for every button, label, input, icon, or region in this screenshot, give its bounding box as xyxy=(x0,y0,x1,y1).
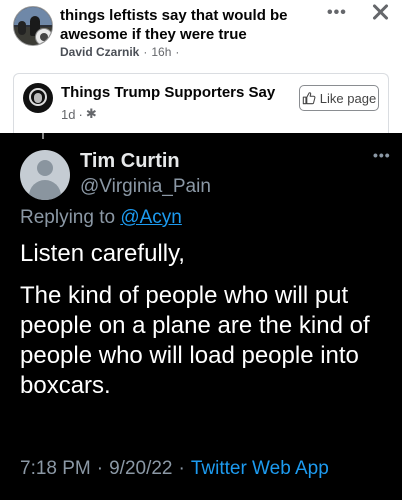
thumbs-up-icon xyxy=(302,92,316,105)
post-time[interactable]: 16h xyxy=(151,45,171,59)
gear-icon: ✱ xyxy=(85,106,97,121)
meta-separator: · xyxy=(143,45,148,59)
replying-mention: @Acyn xyxy=(120,207,182,228)
page-meta: 1d · ✱ xyxy=(61,106,97,122)
tweet-text-line: The kind of people who will put people o… xyxy=(20,282,370,399)
default-avatar-body xyxy=(29,180,61,200)
replying-prefix: Replying to xyxy=(20,207,116,228)
like-page-label: Like page xyxy=(319,90,377,106)
post-header: things leftists say that would be awesom… xyxy=(0,0,402,68)
tweet-author-name: Tim Curtin xyxy=(80,150,180,172)
like-page-button[interactable]: Like page xyxy=(299,85,379,111)
tweet-avatar xyxy=(20,150,70,200)
thread-line xyxy=(42,133,44,139)
page-name[interactable]: Things Trump Supporters Say xyxy=(61,84,275,101)
tweet-text-line: Listen carefully, xyxy=(20,240,185,267)
avatar-figure xyxy=(18,21,26,35)
tweet-date: 9/20/22 xyxy=(109,458,173,479)
tweet-screenshot[interactable]: Tim Curtin @Virginia_Pain ••• Replying t… xyxy=(0,133,402,500)
page-avatar-face xyxy=(34,93,42,103)
post-title[interactable]: things leftists say that would be awesom… xyxy=(60,6,310,44)
footer-separator: · xyxy=(178,458,185,479)
tweet-time: 7:18 PM xyxy=(20,458,91,479)
meta-separator: · xyxy=(175,45,180,59)
tweet-body: Listen carefully, The kind of people who… xyxy=(20,239,395,401)
tweet-more-icon: ••• xyxy=(373,147,391,163)
author-avatar-badge[interactable] xyxy=(35,28,52,45)
tweet-replying-to: Replying to @Acyn xyxy=(20,207,182,229)
tweet-footer: 7:18 PM · 9/20/22 · Twitter Web App xyxy=(20,458,329,480)
page-avatar[interactable] xyxy=(23,83,53,113)
meta-separator: · xyxy=(78,106,83,122)
default-avatar-head xyxy=(37,160,53,176)
tweet-author-handle: @Virginia_Pain xyxy=(80,176,211,197)
page-post-time[interactable]: 1d xyxy=(61,107,75,122)
close-icon[interactable] xyxy=(368,0,392,24)
post-meta: David Czarnik · 16h · xyxy=(60,45,183,59)
tweet-source-app: Twitter Web App xyxy=(190,458,329,479)
group-avatar[interactable] xyxy=(13,6,53,46)
shared-page-card: Things Trump Supporters Say 1d · ✱ Like … xyxy=(13,73,389,133)
footer-separator: · xyxy=(96,458,104,479)
more-horizontal-icon[interactable]: ••• xyxy=(327,4,347,22)
post-author[interactable]: David Czarnik xyxy=(60,45,139,59)
